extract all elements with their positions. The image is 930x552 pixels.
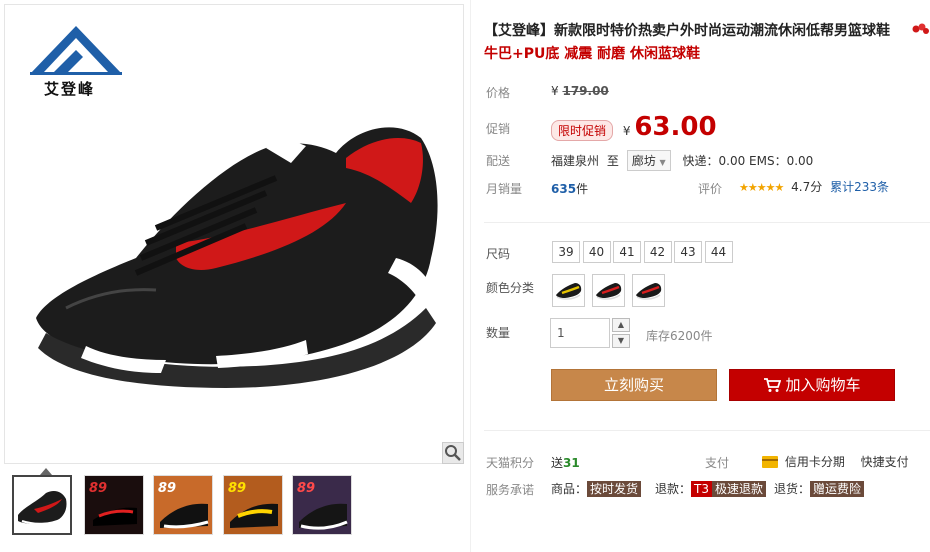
service-item-return: 退货： 赠运费险 (774, 480, 865, 497)
product-subtitle: 牛巴+PU底 减震 耐磨 休闲蓝球鞋 (484, 46, 700, 62)
points-value: 31 (563, 456, 580, 470)
t3-badge: T3 (691, 481, 712, 497)
on-time-shipping-tag[interactable]: 按时发货 (587, 481, 642, 497)
points-row: 送31 (551, 454, 580, 471)
promo-price-value: 63.00 (634, 112, 717, 142)
section-divider (484, 222, 930, 223)
thumbnail-item[interactable] (12, 475, 72, 535)
column-divider (470, 0, 471, 552)
service-prefix: 退款： (655, 482, 692, 496)
original-price-value: 179.00 (562, 84, 609, 98)
thumbnail-item[interactable]: 89 (84, 475, 144, 535)
payment-row: 信用卡分期 快捷支付 (762, 453, 909, 470)
size-label: 尺码 (486, 247, 511, 261)
shipping-label: 配送 (486, 154, 511, 168)
add-to-cart-label: 加入购物车 (785, 376, 861, 394)
promo-price-row: 限时促销 ¥ 63.00 (551, 112, 717, 142)
service-item-goods: 商品： 按时发货 (551, 480, 642, 497)
currency-symbol: ¥ (551, 84, 559, 98)
size-option[interactable]: 39 (552, 241, 580, 263)
service-prefix: 退货： (774, 482, 811, 496)
magnifier-icon (445, 445, 461, 461)
brand-name: 艾登峰 (44, 80, 96, 98)
color-option[interactable] (632, 274, 665, 307)
thumbnail-item[interactable]: 89 (153, 475, 213, 535)
size-option[interactable]: 44 (704, 241, 733, 263)
quantity-input[interactable]: 1 (550, 318, 610, 348)
shipping-row: 福建泉州 至 廊坊 ▼ 快递：0.00 EMS：0.00 (551, 150, 813, 171)
color-option[interactable] (592, 274, 625, 307)
stock-text: 库存6200件 (646, 329, 713, 343)
currency-symbol: ¥ (622, 124, 631, 138)
shoe-image (36, 127, 438, 388)
buy-now-button[interactable]: 立刻购买 (551, 369, 717, 401)
size-option[interactable]: 41 (613, 241, 641, 263)
service-prefix: 商品： (551, 482, 588, 496)
points-prefix: 送 (551, 456, 564, 470)
quick-pay-link[interactable]: 快捷支付 (861, 455, 909, 469)
section-divider (484, 430, 930, 431)
promo-label: 促销 (486, 122, 511, 136)
fast-refund-tag[interactable]: 极速退款 (711, 481, 766, 497)
review-count-link[interactable]: 累计233条 (830, 180, 889, 194)
price-label: 价格 (486, 86, 511, 100)
add-to-cart-button[interactable]: 加入购物车 (729, 369, 895, 401)
rating-row: ★★★★★ 4.7分 累计233条 (739, 178, 889, 195)
thumbnail-item[interactable]: 89 (292, 475, 352, 535)
rating-label: 评价 (698, 182, 723, 196)
size-options: 39 40 41 42 43 44 (552, 241, 752, 263)
flower-icon (912, 23, 929, 34)
sales-unit: 件 (576, 182, 589, 196)
color-options (552, 274, 672, 307)
zoom-button[interactable] (442, 442, 464, 464)
product-title: 【艾登峰】新款限时特价热卖户外时尚运动潮流休闲低帮男篮球鞋 (484, 23, 890, 39)
shipping-insurance-tag[interactable]: 赠运费险 (810, 481, 865, 497)
destination-value: 廊坊 (631, 154, 656, 168)
credit-card-icon (762, 456, 778, 468)
service-item-refund: 退款： T3 极速退款 (655, 480, 766, 497)
ship-to-word: 至 (606, 154, 619, 168)
thumbnail-promo-text: 89 (89, 481, 107, 496)
color-label: 颜色分类 (486, 281, 535, 295)
service-label: 服务承诺 (486, 483, 535, 497)
quantity-label: 数量 (486, 326, 511, 340)
sales-count: 635 (551, 182, 577, 196)
sales-row: 635件 (551, 180, 588, 197)
size-option[interactable]: 43 (674, 241, 702, 263)
shipping-fees: 快递：0.00 EMS：0.00 (682, 154, 814, 168)
thumbnail-item[interactable]: 89 (223, 475, 283, 535)
original-price: ¥ 179.00 (551, 84, 609, 98)
color-option[interactable] (552, 274, 585, 307)
thumbnail-active-caret (40, 468, 52, 475)
rating-stars-icon: ★★★★★ (739, 181, 784, 194)
ship-from: 福建泉州 (551, 154, 600, 168)
thumbnail-promo-text: 89 (158, 481, 176, 496)
destination-select[interactable]: 廊坊 ▼ (626, 150, 671, 171)
quantity-increase-button[interactable]: ▲ (612, 318, 630, 332)
promo-badge: 限时促销 (551, 120, 614, 141)
points-label: 天猫积分 (486, 456, 535, 470)
size-option[interactable]: 42 (643, 241, 672, 263)
installment-link[interactable]: 信用卡分期 (785, 455, 845, 469)
quantity-decrease-button[interactable]: ▼ (612, 334, 630, 348)
size-option[interactable]: 40 (582, 241, 611, 263)
payment-label: 支付 (705, 456, 730, 470)
chevron-down-icon: ▼ (659, 158, 666, 167)
rating-score: 4.7分 (791, 180, 823, 194)
sales-label: 月销量 (486, 182, 523, 196)
thumbnail-promo-text: 89 (297, 481, 315, 496)
thumbnail-promo-text: 89 (228, 481, 246, 496)
cart-icon (764, 378, 782, 392)
